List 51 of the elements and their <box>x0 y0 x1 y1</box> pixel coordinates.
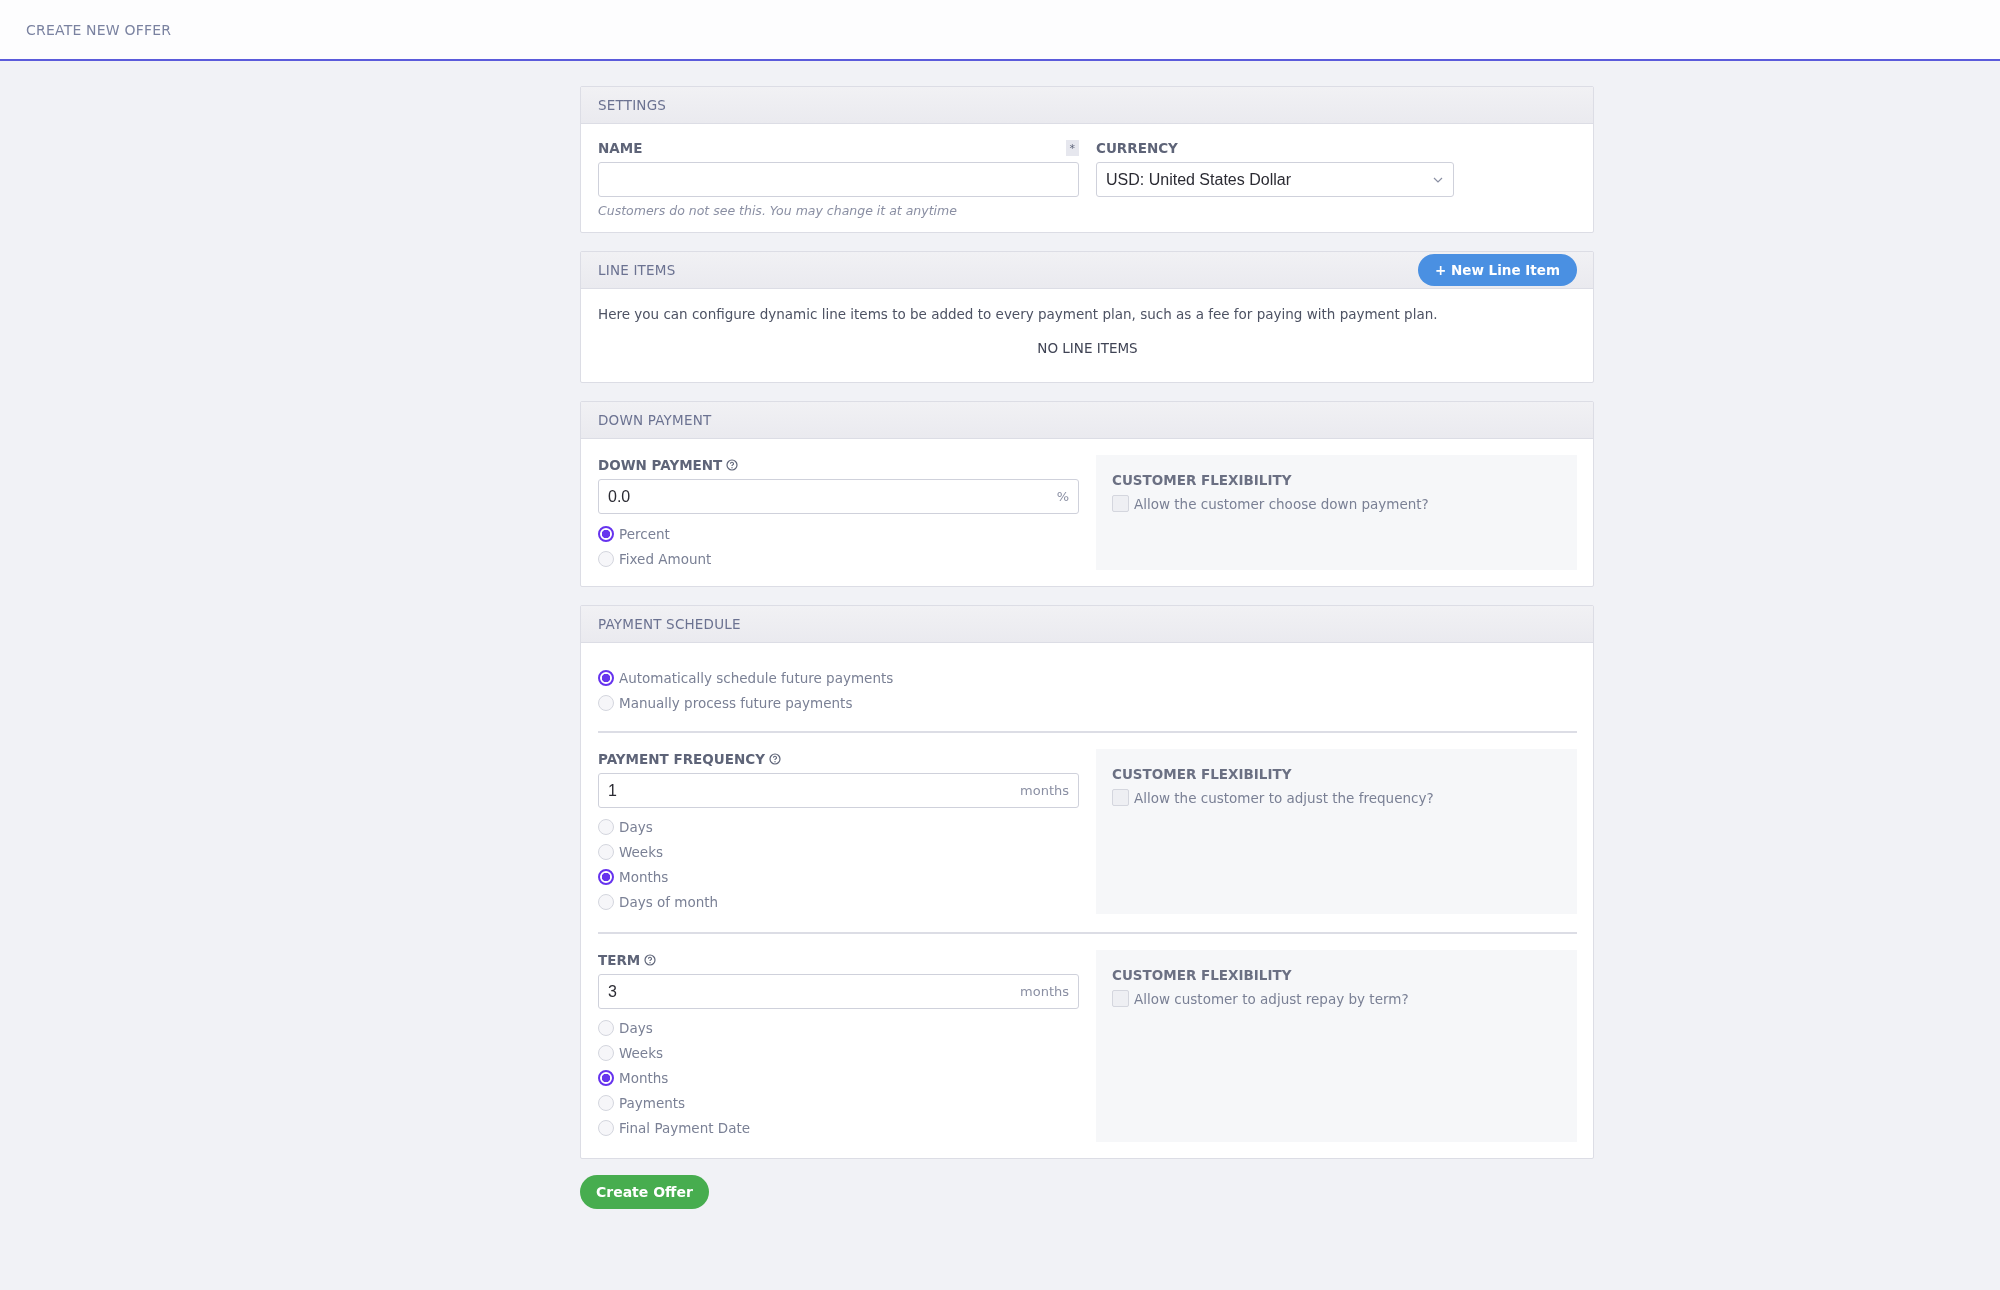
flexibility-title: CUSTOMER FLEXIBILITY <box>1112 967 1293 983</box>
radio-option[interactable]: Months <box>598 867 1079 887</box>
panel-title: PAYMENT SCHEDULE <box>598 616 741 632</box>
help-icon[interactable] <box>726 459 739 471</box>
radio-option[interactable]: Manually process future payments <box>598 693 1577 713</box>
checkbox-option[interactable]: Allow customer to adjust repay by term? <box>1112 990 1561 1007</box>
radio-icon[interactable] <box>598 526 614 542</box>
radio-option[interactable]: Days <box>598 817 1079 837</box>
checkbox-option[interactable]: Allow the customer choose down payment? <box>1112 495 1561 512</box>
page-title: CREATE NEW OFFER <box>26 21 172 38</box>
input-field[interactable]: 3 months <box>598 974 1079 1009</box>
panel-title: SETTINGS <box>598 97 667 113</box>
field-label: CURRENCY <box>1096 139 1179 158</box>
name-input[interactable] <box>598 162 1079 197</box>
radio-option[interactable]: Months <box>598 1068 1079 1088</box>
input-field[interactable]: 1 months <box>598 773 1079 808</box>
radio-option[interactable]: Final Payment Date <box>598 1118 1079 1138</box>
radio-option[interactable]: Weeks <box>598 842 1079 862</box>
radio-icon[interactable] <box>598 1070 614 1086</box>
radio-option[interactable]: Fixed Amount <box>598 549 1079 569</box>
help-icon[interactable] <box>644 954 657 966</box>
checkbox[interactable] <box>1112 789 1129 806</box>
radio-icon[interactable] <box>598 670 614 686</box>
help-icon[interactable] <box>768 753 781 765</box>
checkbox[interactable] <box>1112 495 1129 512</box>
line-items-description: Here you can configure dynamic line items to be added to every payment plan, such as a fee for paying with payment plan. <box>598 306 1439 322</box>
panel-title: LINE ITEMS <box>598 262 676 278</box>
chevron-down-icon <box>1433 176 1443 183</box>
radio-option[interactable]: Automatically schedule future payments <box>598 668 1577 688</box>
radio-option[interactable]: Days <box>598 1018 1079 1038</box>
checkbox[interactable] <box>1112 990 1129 1007</box>
radio-option[interactable]: Weeks <box>598 1043 1079 1063</box>
field-label: NAME <box>598 139 643 158</box>
currency-select[interactable]: USD: United States Dollar <box>1096 162 1454 197</box>
field-label: PAYMENT FREQUENCY <box>598 749 1079 769</box>
radio-icon[interactable] <box>598 869 614 885</box>
field-label: TERM <box>598 950 1079 970</box>
checkbox-option[interactable]: Allow the customer to adjust the frequency? <box>1112 789 1561 806</box>
radio-option[interactable]: Percent <box>598 524 1079 544</box>
new-line-item-button[interactable]: + New Line Item <box>1417 254 1577 286</box>
field-hint: Customers do not see this. You may change it at anytime <box>598 203 958 218</box>
empty-message: NO LINE ITEMS <box>1036 340 1139 356</box>
flexibility-title: CUSTOMER FLEXIBILITY <box>1112 766 1293 782</box>
create-offer-button[interactable]: Create Offer <box>580 1175 709 1209</box>
field-label: DOWN PAYMENT <box>598 455 1079 475</box>
required-mark: * <box>1065 140 1079 156</box>
flexibility-title: CUSTOMER FLEXIBILITY <box>1112 472 1293 488</box>
radio-option[interactable]: Days of month <box>598 892 1079 912</box>
radio-option[interactable]: Payments <box>598 1093 1079 1113</box>
panel-title: DOWN PAYMENT <box>598 412 712 428</box>
input-field[interactable]: 0.0 % <box>598 479 1079 514</box>
